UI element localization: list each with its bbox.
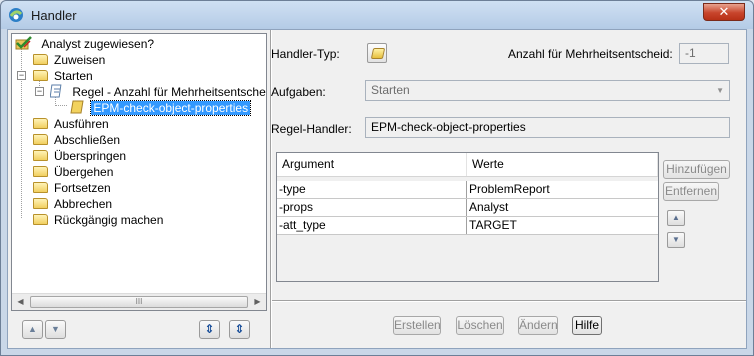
value-cell[interactable]: Analyst: [467, 199, 658, 216]
quorum-label: Anzahl für Mehrheitsentscheid:: [508, 47, 673, 61]
dialog-body: Analyst zugewiesen? Zuweisen − Starten −…: [7, 29, 747, 349]
folder-icon: [33, 134, 48, 145]
tree-item-fortsetzen[interactable]: Fortsetzen: [33, 180, 113, 196]
scroll-left-arrow-icon[interactable]: ◀: [12, 294, 29, 310]
table-row[interactable]: -att_type TARGET: [277, 217, 658, 235]
tree-item-uebergehen[interactable]: Übergehen: [33, 164, 115, 180]
folder-icon: [33, 166, 48, 177]
rule-handler-label: Regel-Handler:: [271, 122, 352, 136]
tree-item-ausfuehren[interactable]: Ausführen: [33, 116, 111, 132]
chevron-down-icon: ▼: [716, 86, 724, 95]
argument-cell[interactable]: -att_type: [277, 217, 467, 234]
quorum-field[interactable]: -1: [679, 43, 729, 64]
close-button[interactable]: ✕: [703, 3, 745, 21]
tree-item-abschliessen[interactable]: Abschließen: [33, 132, 122, 148]
tree-item-rueckgaengig[interactable]: Rückgängig machen: [33, 212, 165, 228]
folder-icon: [33, 214, 48, 225]
handler-dialog: Handler ✕ Analyst zugewiesen? Zuweisen −…: [0, 0, 754, 356]
move-down-button[interactable]: ▼: [45, 320, 66, 339]
folder-icon: [33, 150, 48, 161]
tree-item-ueberspringen[interactable]: Überspringen: [33, 148, 128, 164]
folder-icon: [33, 118, 48, 129]
expand-all-button[interactable]: ⇕: [199, 320, 220, 339]
footer-separator: [272, 300, 746, 302]
tasks-dropdown[interactable]: Starten ▼: [365, 80, 730, 101]
help-button[interactable]: Hilfe: [572, 316, 602, 335]
move-argument-down-button[interactable]: ▼: [667, 232, 685, 248]
folder-icon: [33, 198, 48, 209]
collapse-all-button[interactable]: ⇕: [229, 320, 250, 339]
handler-tree[interactable]: Analyst zugewiesen? Zuweisen − Starten −…: [11, 33, 267, 311]
column-header-werte[interactable]: Werte: [467, 153, 658, 176]
argument-cell[interactable]: -type: [277, 181, 467, 198]
arguments-table: Argument Werte -type ProblemReport -prop…: [276, 152, 659, 282]
title-bar[interactable]: Handler ✕: [1, 1, 753, 29]
move-argument-up-button[interactable]: ▲: [667, 210, 685, 226]
handler-type-label: Handler-Typ:: [271, 47, 340, 61]
table-row[interactable]: -type ProblemReport: [277, 181, 658, 199]
rule-handler-field[interactable]: EPM-check-object-properties: [365, 117, 730, 138]
modify-button[interactable]: Ändern: [518, 316, 558, 335]
tree-root-label: Analyst zugewiesen?: [41, 37, 155, 51]
tree-item-zuweisen[interactable]: Zuweisen: [33, 52, 107, 68]
add-argument-button[interactable]: Hinzufügen: [663, 160, 730, 179]
collapse-regel-toggle[interactable]: −: [35, 87, 44, 96]
table-row[interactable]: -props Analyst: [277, 199, 658, 217]
folder-icon: [33, 182, 48, 193]
window-title: Handler: [31, 8, 77, 23]
argument-cell[interactable]: -props: [277, 199, 467, 216]
tree-item-abbrechen[interactable]: Abbrechen: [33, 196, 114, 212]
value-cell[interactable]: TARGET: [467, 217, 658, 234]
handler-type-button[interactable]: [367, 43, 387, 63]
rule-document-icon: [49, 84, 62, 98]
delete-button[interactable]: Löschen: [456, 316, 504, 335]
collapse-starten-toggle[interactable]: −: [17, 71, 26, 80]
tree-item-epm-check[interactable]: EPM-check-object-properties: [70, 100, 252, 116]
checkmark-icon: [15, 36, 32, 50]
scroll-handler-icon: [370, 48, 386, 59]
folder-icon: [33, 54, 48, 65]
table-header: Argument Werte: [277, 153, 658, 177]
folder-open-icon: [33, 70, 48, 81]
remove-argument-button[interactable]: Entfernen: [663, 182, 719, 201]
tasks-label: Aufgaben:: [271, 85, 326, 99]
scrollbar-thumb[interactable]: III: [30, 296, 248, 308]
tree-item-regel[interactable]: Regel - Anzahl für Mehrheitsentsche: [49, 84, 266, 100]
create-button[interactable]: Erstellen: [393, 316, 441, 335]
tree-horizontal-scrollbar[interactable]: ◀ III ▶: [12, 293, 266, 310]
tasks-dropdown-value: Starten: [371, 83, 410, 97]
tree-root[interactable]: Analyst zugewiesen?: [15, 36, 156, 52]
move-up-button[interactable]: ▲: [22, 320, 43, 339]
scroll-right-arrow-icon[interactable]: ▶: [249, 294, 266, 310]
app-logo-icon: [9, 8, 23, 22]
tree-item-starten[interactable]: Starten: [33, 68, 95, 84]
column-header-argument[interactable]: Argument: [277, 153, 467, 176]
value-cell[interactable]: ProblemReport: [467, 181, 658, 198]
scroll-handler-icon: [70, 100, 84, 114]
